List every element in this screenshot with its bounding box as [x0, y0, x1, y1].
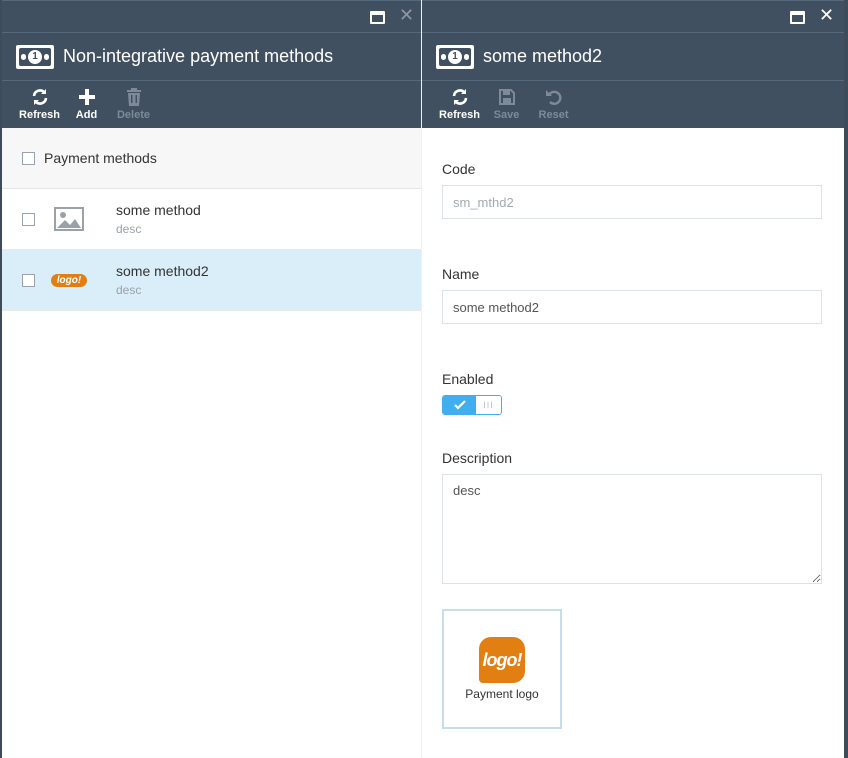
money-bill-icon: 1 [16, 44, 54, 69]
money-bill-icon: 1 [436, 44, 474, 69]
image-placeholder-icon [44, 204, 94, 234]
item-desc: desc [116, 283, 142, 297]
list-item[interactable]: logo! some method2 desc [2, 250, 421, 311]
item-desc: desc [116, 222, 142, 236]
maximize-icon[interactable] [790, 11, 805, 24]
blade-window-bar: ✕ [422, 0, 844, 32]
row-checkbox[interactable] [22, 273, 35, 287]
description-field[interactable]: desc [442, 474, 822, 584]
plus-icon [78, 88, 95, 106]
undo-icon [545, 88, 563, 106]
toggle-grip-icon: III [476, 396, 501, 414]
row-checkbox[interactable] [22, 212, 35, 226]
trash-icon [126, 88, 142, 106]
logo-thumbnail-text: logo! [50, 273, 88, 287]
blade-toolbar: Refresh Save Reset [422, 80, 844, 128]
blade-toolbar: Refresh Add Delete [2, 80, 421, 128]
delete-button[interactable]: Delete [110, 81, 157, 128]
refresh-button[interactable]: Refresh [16, 81, 63, 128]
blade-title: Non-integrative payment methods [63, 46, 334, 66]
detail-form: Code Name Enabled III Description desc l… [422, 128, 844, 729]
code-field[interactable] [442, 185, 822, 219]
code-label: Code [442, 161, 476, 177]
payment-method-detail-blade: ✕ 1 some method2 Refresh Save Reset Code… [422, 0, 844, 758]
name-label: Name [442, 266, 480, 282]
list-header: Payment methods [2, 128, 421, 189]
blade-window-bar: ✕ [2, 0, 421, 32]
list-header-label: Payment methods [44, 150, 157, 166]
refresh-button[interactable]: Refresh [436, 81, 483, 128]
logo-thumbnail: logo! [44, 265, 94, 295]
close-icon[interactable]: ✕ [819, 7, 834, 25]
logo-caption: Payment logo [465, 687, 539, 701]
refresh-icon [31, 88, 49, 106]
blade-header: 1 some method2 [422, 32, 844, 80]
add-button[interactable]: Add [63, 81, 110, 128]
save-icon [498, 88, 515, 106]
enabled-toggle[interactable]: III [442, 395, 502, 415]
list-item[interactable]: some method desc [2, 189, 421, 250]
blade-title: some method2 [483, 46, 603, 66]
name-field[interactable] [442, 290, 822, 324]
refresh-icon [451, 88, 469, 106]
payment-logo-upload[interactable]: logo! Payment logo [442, 609, 562, 729]
logo-image: logo! [479, 637, 525, 683]
blade-header: 1 Non-integrative payment methods [2, 32, 421, 80]
select-all-checkbox[interactable] [22, 151, 35, 165]
reset-button[interactable]: Reset [530, 81, 577, 128]
description-label: Description [442, 450, 513, 466]
window-edge [844, 0, 848, 758]
maximize-icon[interactable] [370, 11, 385, 24]
enabled-label: Enabled [442, 371, 494, 387]
save-button[interactable]: Save [483, 81, 530, 128]
item-name: some method [116, 202, 201, 218]
payment-methods-blade: ✕ 1 Non-integrative payment methods Refr… [0, 0, 421, 758]
item-name: some method2 [116, 263, 209, 279]
check-icon [443, 396, 476, 414]
close-icon[interactable]: ✕ [399, 7, 414, 25]
